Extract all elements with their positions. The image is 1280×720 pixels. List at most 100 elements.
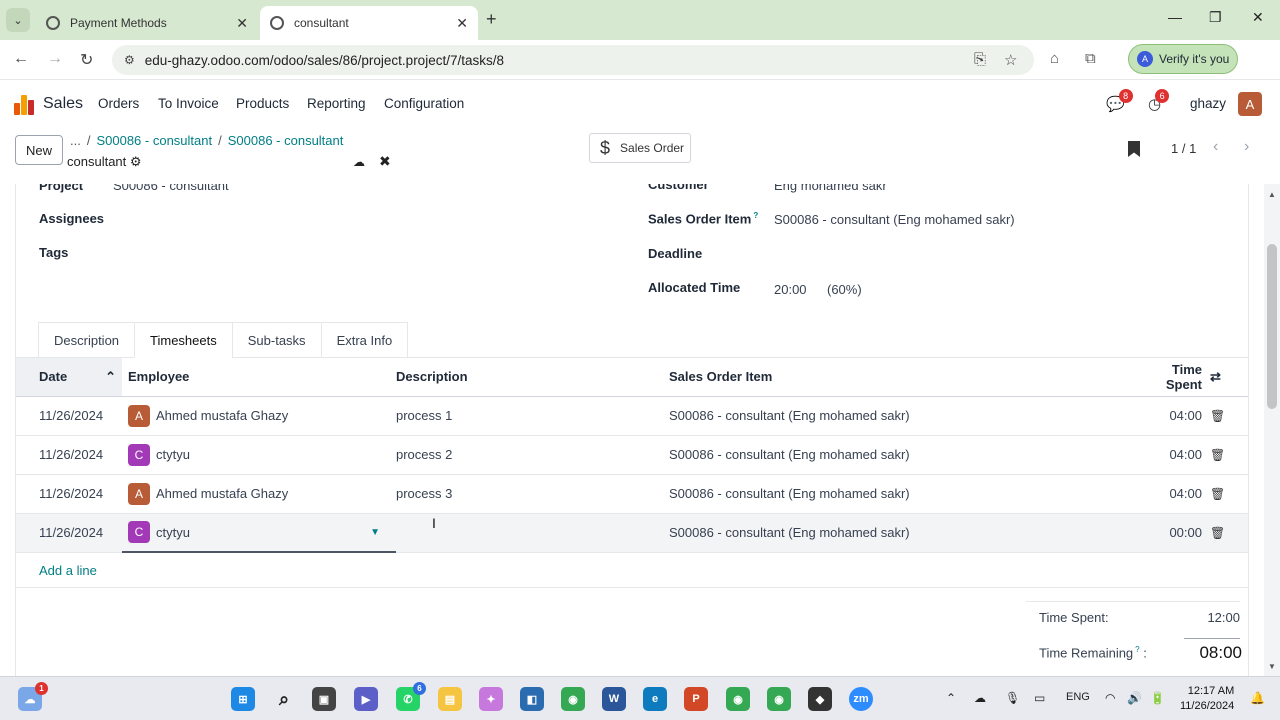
extensions-puzzle-icon[interactable]: ⧉ (1085, 50, 1096, 67)
tab-search-chevron-icon[interactable]: ⌄ (6, 8, 30, 32)
row-date[interactable]: 11/26/2024 (16, 474, 122, 514)
browser-tab-consultant[interactable]: consultant ✕ (260, 6, 478, 40)
activity-clock-icon[interactable]: ◷ 6 (1148, 89, 1170, 113)
project-field[interactable]: S00086 - consultant (113, 184, 229, 193)
close-tab-icon[interactable]: ✕ (456, 15, 468, 32)
site-info-icon[interactable]: ⚙ (124, 53, 135, 67)
bookmark-star-icon[interactable]: ☆ (1004, 51, 1017, 69)
table-row-editing[interactable]: 11/26/2024 Cctytyu ▼ S00086 - consultant … (16, 513, 1248, 553)
row-sales-order-item[interactable]: S00086 - consultant (Eng mohamed sakr) (669, 435, 1139, 475)
tray-chevron-icon[interactable]: ⌃ (946, 691, 956, 705)
url-text[interactable]: edu-ghazy.odoo.com/odoo/sales/86/project… (145, 53, 504, 68)
app-name[interactable]: Sales (43, 95, 83, 113)
row-time-spent[interactable]: 04:00 (1139, 396, 1210, 436)
table-row[interactable]: 11/26/2024 A Ahmed mustafa Ghazy process … (16, 474, 1248, 514)
column-employee[interactable]: Employee (122, 358, 396, 397)
delete-row-trash-icon[interactable]: 🗑 (1210, 448, 1225, 462)
new-button[interactable]: New (15, 135, 63, 165)
menu-configuration[interactable]: Configuration (384, 96, 464, 111)
back-icon[interactable]: ← (13, 50, 29, 68)
odoo-apps-logo-icon[interactable] (14, 95, 34, 115)
row-sales-order-item[interactable]: S00086 - consultant (Eng mohamed sakr) (669, 474, 1139, 514)
menu-reporting[interactable]: Reporting (307, 96, 366, 111)
save-cloud-icon[interactable]: ☁ (353, 155, 365, 169)
help-tooltip-icon[interactable]: ? (753, 211, 758, 220)
store-icon[interactable]: ◧ (520, 687, 544, 711)
breadcrumb-sales-order[interactable]: S00086 - consultant (96, 133, 212, 148)
sales-order-item-field[interactable]: S00086 - consultant (Eng mohamed sakr) (774, 212, 1015, 227)
word-icon[interactable]: W (602, 687, 626, 711)
form-scrollbar[interactable]: ▲ ▼ (1264, 184, 1280, 676)
powerpoint-icon[interactable]: P (684, 687, 708, 711)
install-app-icon[interactable]: ⎘ (974, 51, 986, 68)
chrome-profile-a-icon[interactable]: ◉ (726, 687, 750, 711)
menu-orders[interactable]: Orders (98, 96, 139, 111)
row-description[interactable]: process 3 (396, 474, 669, 514)
whatsapp-icon[interactable]: ✆ 6 (396, 682, 426, 711)
bookmark-icon[interactable] (1128, 141, 1140, 157)
row-employee[interactable]: ctytyu (156, 447, 190, 462)
address-bar[interactable]: ⚙ edu-ghazy.odoo.com/odoo/sales/86/proje… (112, 45, 1034, 75)
verify-profile-button[interactable]: A Verify it's you (1128, 44, 1238, 74)
row-employee-input[interactable]: ctytyu (156, 525, 370, 540)
row-description-input[interactable] (396, 513, 669, 553)
menu-to-invoice[interactable]: To Invoice (158, 96, 219, 111)
row-time-spent[interactable]: 04:00 (1139, 435, 1210, 475)
delete-row-trash-icon[interactable]: 🗑 (1210, 526, 1225, 540)
tab-sub-tasks[interactable]: Sub-tasks (231, 322, 321, 358)
user-name[interactable]: ghazy (1190, 96, 1226, 111)
weather-widget-icon[interactable]: ☁ 1 (18, 682, 48, 711)
pager-previous-icon[interactable]: ‹ (1213, 138, 1218, 156)
reload-icon[interactable]: ↻ (80, 50, 93, 70)
dropdown-caret-icon[interactable]: ▼ (370, 527, 380, 538)
column-description[interactable]: Description (396, 358, 669, 397)
scroll-up-icon[interactable]: ▲ (1268, 190, 1276, 199)
record-actions-gear-icon[interactable]: ⚙ (130, 154, 142, 169)
table-row[interactable]: 11/26/2024 A Ahmed mustafa Ghazy process … (16, 396, 1248, 436)
microphone-icon[interactable]: 🎙 (1005, 691, 1020, 705)
windows-start-icon[interactable]: ⊞ (231, 687, 255, 711)
row-employee[interactable]: Ahmed mustafa Ghazy (156, 486, 288, 501)
task-view-icon[interactable]: ▣ (312, 687, 336, 711)
tab-extra-info[interactable]: Extra Info (320, 322, 409, 358)
breadcrumb-project[interactable]: S00086 - consultant (228, 133, 344, 148)
row-date[interactable]: 11/26/2024 (16, 435, 122, 475)
browser-tab-payment-methods[interactable]: Payment Methods ✕ (36, 6, 258, 40)
add-a-line-link[interactable]: Add a line (39, 563, 97, 578)
user-avatar[interactable]: A (1238, 92, 1262, 116)
row-date[interactable]: 11/26/2024 (16, 396, 122, 436)
battery-icon[interactable]: ▭ (1034, 691, 1045, 705)
battery-charging-icon[interactable]: 🔋 (1150, 691, 1165, 705)
table-row[interactable]: 11/26/2024 Cctytyu process 2 S00086 - co… (16, 435, 1248, 475)
close-tab-icon[interactable]: ✕ (236, 15, 248, 32)
onedrive-icon[interactable]: ☁ (974, 691, 986, 705)
volume-icon[interactable]: 🔊 (1127, 691, 1142, 705)
column-date[interactable]: Date ⌃ (16, 358, 122, 397)
new-tab-icon[interactable]: + (486, 9, 497, 30)
delete-row-trash-icon[interactable]: 🗑 (1210, 487, 1225, 501)
edge-icon[interactable]: e (643, 687, 667, 711)
customer-field[interactable]: Eng mohamed sakr (774, 184, 887, 193)
menu-products[interactable]: Products (236, 96, 289, 111)
scrollbar-thumb[interactable] (1267, 244, 1277, 409)
search-icon[interactable]: ⌕ (272, 687, 296, 711)
file-explorer-icon[interactable]: ▤ (438, 687, 462, 711)
breadcrumb-more[interactable]: ... (70, 133, 81, 148)
row-sales-order-item-input[interactable]: S00086 - consultant (Eng mohamed sakr) (669, 513, 1139, 553)
allocated-time-field[interactable]: 20:00 (774, 282, 807, 297)
app-icon[interactable]: ◆ (808, 687, 832, 711)
minimize-icon[interactable]: — (1168, 9, 1182, 25)
row-date-input[interactable]: 11/26/2024 (16, 513, 122, 553)
forward-icon[interactable]: → (47, 50, 63, 68)
zoom-icon[interactable]: zm (849, 687, 873, 711)
column-time-spent[interactable]: Time Spent (1139, 358, 1210, 397)
row-sales-order-item[interactable]: S00086 - consultant (Eng mohamed sakr) (669, 396, 1139, 436)
row-employee[interactable]: Ahmed mustafa Ghazy (156, 408, 288, 423)
tab-timesheets[interactable]: Timesheets (134, 322, 232, 358)
scroll-down-icon[interactable]: ▼ (1268, 662, 1276, 671)
chrome-profile-b-icon[interactable]: ◉ (767, 687, 791, 711)
pager-value[interactable]: 1 / 1 (1171, 141, 1196, 156)
optional-columns-toggle-icon[interactable]: ⇄ (1210, 358, 1248, 397)
restore-icon[interactable]: ❐ (1209, 9, 1222, 26)
row-description[interactable]: process 2 (396, 435, 669, 475)
